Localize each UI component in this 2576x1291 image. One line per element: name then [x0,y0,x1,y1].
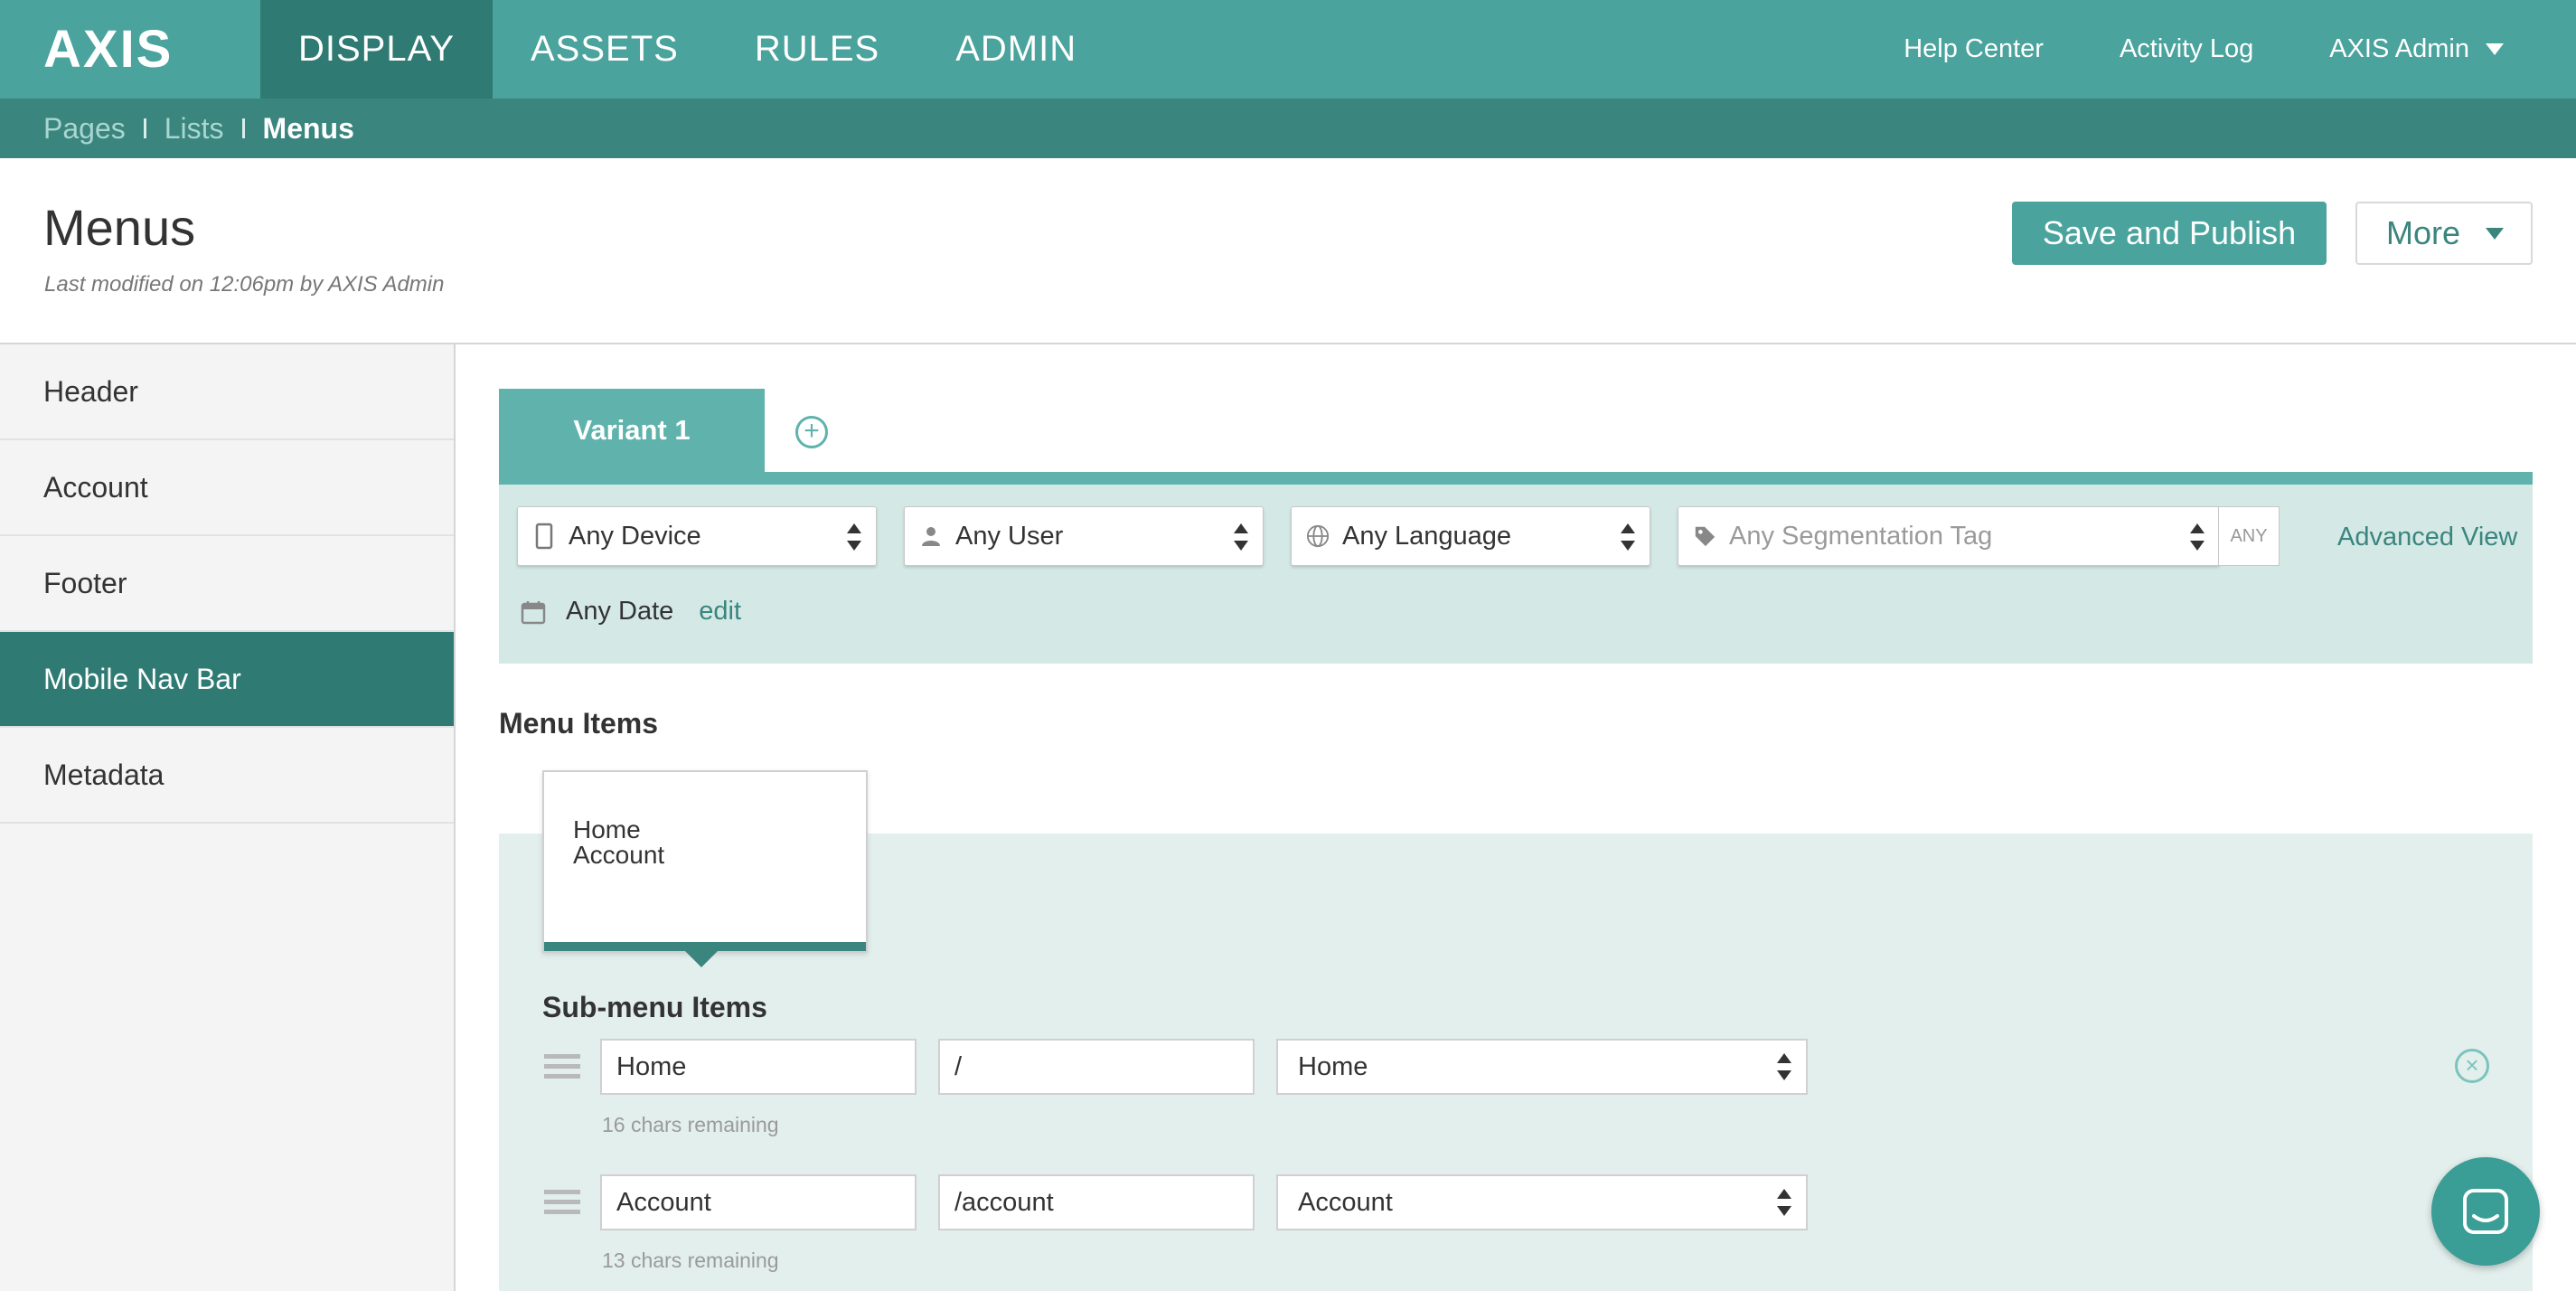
caret-down-icon [2486,43,2504,55]
submenu-target-select[interactable]: Home [1276,1039,1808,1095]
top-right-links: Help Center Activity Log AXIS Admin [1904,0,2576,99]
nav-tab-admin[interactable]: ADMIN [917,0,1114,99]
segmentation-tag-placeholder: Any Segmentation Tag [1729,521,1993,551]
caret-down-icon [2486,227,2505,240]
date-filter-value: Any Date [566,597,674,626]
language-select[interactable]: Any Language [1291,506,1650,566]
select-arrows-icon [1621,523,1637,551]
variant-tabs: Variant 1 + [499,389,2533,472]
submenu-target-select[interactable]: Account [1276,1174,1808,1230]
user-icon [919,525,943,547]
chars-remaining-hint: 16 chars remaining [602,1113,779,1136]
add-variant-icon[interactable]: + [795,416,828,448]
nav-tab-assets[interactable]: ASSETS [493,0,717,99]
select-arrows-icon [2190,523,2206,551]
mobile-device-icon [532,523,556,550]
menu-items-list: Home Account [542,770,868,953]
user-select[interactable]: Any User [904,506,1264,566]
nav-tab-display[interactable]: DISPLAY [260,0,493,99]
submenu-path-input[interactable]: /account [938,1174,1255,1230]
advanced-view-link[interactable]: Advanced View [2337,523,2517,552]
menu-item-account[interactable]: Account [573,843,664,868]
nav-tab-rules[interactable]: RULES [717,0,917,99]
device-select-value: Any Device [569,521,701,551]
axis-logo[interactable]: AXIS [0,0,260,99]
sidebar-item-metadata[interactable]: Metadata [0,728,454,824]
breadcrumb: Pages Lists Menus [0,99,2576,158]
drag-handle-icon[interactable] [544,1190,580,1217]
selected-indicator-bar [544,942,866,951]
page-header: Menus Last modified on 12:06pm by AXIS A… [0,158,2576,344]
tag-icon [1693,523,1716,549]
menu-item-home[interactable]: Home [573,817,641,843]
user-select-value: Any User [955,521,1064,551]
submenu-target-value: Home [1298,1051,1368,1081]
popover-arrow [685,951,718,967]
sidebar-item-header[interactable]: Header [0,344,454,440]
select-arrows-icon [1234,523,1250,551]
breadcrumb-lists[interactable]: Lists [165,112,224,146]
top-navigation: AXIS DISPLAY ASSETS RULES ADMIN Help Cen… [0,0,2576,99]
chars-remaining-hint: 13 chars remaining [602,1249,779,1272]
drag-handle-icon[interactable] [544,1054,580,1081]
more-dropdown-button[interactable]: More [2355,202,2533,265]
breadcrumb-separator [241,118,245,138]
date-filter: Any Date edit [521,597,741,627]
tab-variant-1[interactable]: Variant 1 [499,389,765,472]
activity-log-link[interactable]: Activity Log [2120,34,2253,64]
sidebar-item-footer[interactable]: Footer [0,536,454,632]
user-menu-label: AXIS Admin [2329,34,2469,63]
variant-tab-underline [499,472,2533,485]
menu-items-title: Menu Items [499,707,659,740]
submenu-path-input[interactable]: / [938,1039,1255,1095]
submenu-name-input[interactable]: Account [600,1174,917,1230]
remove-item-icon[interactable]: × [2455,1049,2489,1083]
chat-icon [2461,1187,2510,1236]
edit-date-link[interactable]: edit [699,597,741,627]
targeting-filters-panel: Any Device Any User Any Language Any Seg… [499,485,2533,664]
globe-icon [1306,523,1330,549]
more-label: More [2386,214,2461,251]
breadcrumb-pages[interactable]: Pages [43,112,126,146]
select-arrows-icon [1777,1053,1793,1080]
breadcrumb-menus: Menus [262,111,354,145]
segmentation-tag-select[interactable]: Any Segmentation Tag [1678,506,2220,566]
submenu-name-input[interactable]: Home [600,1039,917,1095]
submenu-items-title: Sub-menu Items [542,991,767,1023]
select-arrows-icon [1777,1189,1793,1216]
chat-support-button[interactable] [2431,1157,2540,1266]
save-and-publish-button[interactable]: Save and Publish [2012,202,2327,265]
page-title: Menus [43,199,196,256]
select-arrows-icon [847,523,863,551]
any-tag-toggle[interactable]: ANY [2218,506,2280,566]
sidebar-item-account[interactable]: Account [0,440,454,536]
last-modified-text: Last modified on 12:06pm by AXIS Admin [44,272,445,297]
breadcrumb-separator [143,118,146,138]
calendar-icon [521,599,546,625]
help-center-link[interactable]: Help Center [1904,34,2044,64]
device-select[interactable]: Any Device [517,506,877,566]
submenu-target-value: Account [1298,1187,1393,1217]
language-select-value: Any Language [1342,521,1512,551]
sidebar: Header Account Footer Mobile Nav Bar Met… [0,344,456,1291]
user-menu[interactable]: AXIS Admin [2329,34,2504,64]
main-content: Variant 1 + Any Device Any User Any Lang… [499,389,2533,740]
sidebar-item-mobile-nav-bar[interactable]: Mobile Nav Bar [0,632,454,728]
